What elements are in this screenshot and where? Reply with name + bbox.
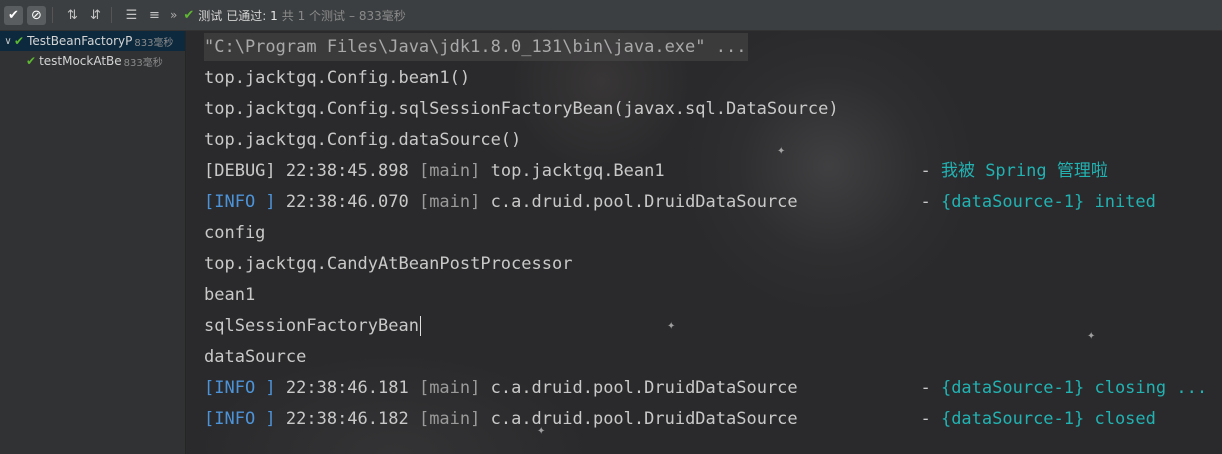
collapse-all-icon: ≡ — [149, 7, 160, 23]
collapse-all-button[interactable]: ≡ — [145, 6, 164, 25]
passed-check-icon: ✔ — [26, 54, 37, 68]
log-line: [INFO ] 22:38:46.181 [main] c.a.druid.po… — [204, 374, 1207, 402]
console-line: top.jacktgq.Config.sqlSessionFactoryBean… — [204, 99, 839, 119]
passed-count: 1 — [270, 8, 278, 23]
tree-item-label: TestBeanFactoryP — [27, 34, 133, 48]
expand-all-icon: ☰ — [125, 7, 138, 23]
log-logger: c.a.druid.pool.DruidDataSource - — [480, 409, 941, 429]
expand-all-button[interactable]: ☰ — [122, 6, 141, 25]
test-tree: ∨ ✔ TestBeanFactoryP 833毫秒 ✔ testMockAtB… — [0, 31, 186, 454]
sparkle-decoration: ✦ — [777, 146, 786, 157]
log-level: [INFO ] — [204, 409, 276, 429]
log-line: [DEBUG] 22:38:45.898 [main] top.jacktgq.… — [204, 157, 1108, 185]
log-time: 22:38:46.181 — [275, 378, 419, 398]
log-level: [INFO ] — [204, 192, 276, 212]
tree-item-test-class[interactable]: ∨ ✔ TestBeanFactoryP 833毫秒 — [0, 31, 185, 51]
passed-summary: 已通过: 1 — [226, 7, 278, 24]
log-line: [INFO ] 22:38:46.182 [main] c.a.druid.po… — [204, 405, 1156, 433]
console-line: top.jacktgq.CandyAtBeanPostProcessor — [204, 254, 573, 274]
console-line: bean1 — [204, 285, 256, 305]
sparkle-decoration: ✦ — [1087, 331, 1096, 342]
log-message: 我被 Spring 管理啦 — [940, 161, 1108, 181]
test-runner-toolbar: ✔ ⊘ ⇅ ⇵ ☰ ≡ » ✔ 测试 已通过: 1 共 1 个测试 – 833毫… — [0, 0, 1222, 31]
log-message: {dataSource-1} closed — [940, 409, 1156, 429]
status-label: 测试 — [198, 8, 223, 23]
test-status: ✔ 测试 已通过: 1 共 1 个测试 – 833毫秒 — [183, 7, 405, 24]
passed-check-icon: ✔ — [183, 7, 195, 23]
more-chevron-icon[interactable]: » — [170, 8, 177, 22]
log-thread: [main] — [418, 161, 481, 181]
tree-item-test-method[interactable]: ✔ testMockAtBe 833毫秒 — [0, 51, 185, 71]
check-icon: ✔ — [8, 7, 19, 23]
sort-by-duration-button[interactable]: ⇵ — [86, 6, 105, 25]
log-logger: c.a.druid.pool.DruidDataSource - — [480, 378, 941, 398]
duration: – 833毫秒 — [349, 8, 406, 23]
console-line: dataSource — [204, 347, 307, 367]
tree-item-time: 833毫秒 — [134, 37, 174, 49]
passed-check-icon: ✔ — [14, 34, 25, 48]
text-caret — [419, 316, 421, 336]
tree-item-time: 833毫秒 — [123, 57, 163, 69]
total-tests: 共 1 个测试 — [281, 8, 346, 23]
log-line: [INFO ] 22:38:46.070 [main] c.a.druid.po… — [204, 188, 1156, 216]
sort-duration-icon: ⇵ — [90, 7, 101, 23]
passed-prefix: 已通过: — [226, 8, 271, 23]
log-message: {dataSource-1} closing ... — [940, 378, 1208, 398]
show-ignored-toggle[interactable]: ⊘ — [27, 5, 46, 25]
show-passed-toggle[interactable]: ✔ — [4, 5, 23, 25]
log-time: 22:38:46.182 — [275, 409, 419, 429]
console-output[interactable]: ✦ ✦ ✦ ✦ ✦ "C:\Program Files\Java\jdk1.8.… — [187, 31, 1222, 454]
sort-alpha-icon: ⇅ — [67, 7, 78, 23]
chevron-down-icon[interactable]: ∨ — [2, 36, 14, 47]
ignored-icon: ⊘ — [31, 7, 42, 23]
log-thread: [main] — [418, 409, 481, 429]
log-time: 22:38:45.898 — [275, 161, 419, 181]
console-line: top.jacktgq.Config.bean1() — [204, 68, 471, 88]
log-message: {dataSource-1} inited — [940, 192, 1156, 212]
log-logger: top.jacktgq.Bean1 - — [480, 161, 941, 181]
log-level: [DEBUG] — [204, 161, 276, 181]
log-thread: [main] — [418, 192, 481, 212]
sort-alphabetically-button[interactable]: ⇅ — [63, 6, 82, 25]
command-line: "C:\Program Files\Java\jdk1.8.0_131\bin\… — [204, 33, 749, 61]
console-line-text: sqlSessionFactoryBean — [204, 316, 419, 336]
log-thread: [main] — [418, 378, 481, 398]
console-line: config — [204, 223, 266, 243]
log-level: [INFO ] — [204, 378, 276, 398]
tree-item-label: testMockAtBe — [39, 54, 122, 68]
log-time: 22:38:46.070 — [275, 192, 419, 212]
console-line-with-caret: sqlSessionFactoryBean — [204, 312, 421, 340]
log-logger: c.a.druid.pool.DruidDataSource - — [480, 192, 941, 212]
sparkle-decoration: ✦ — [667, 321, 676, 332]
toolbar-divider — [52, 7, 53, 23]
toolbar-divider — [111, 7, 112, 23]
console-line: top.jacktgq.Config.dataSource() — [204, 130, 522, 150]
